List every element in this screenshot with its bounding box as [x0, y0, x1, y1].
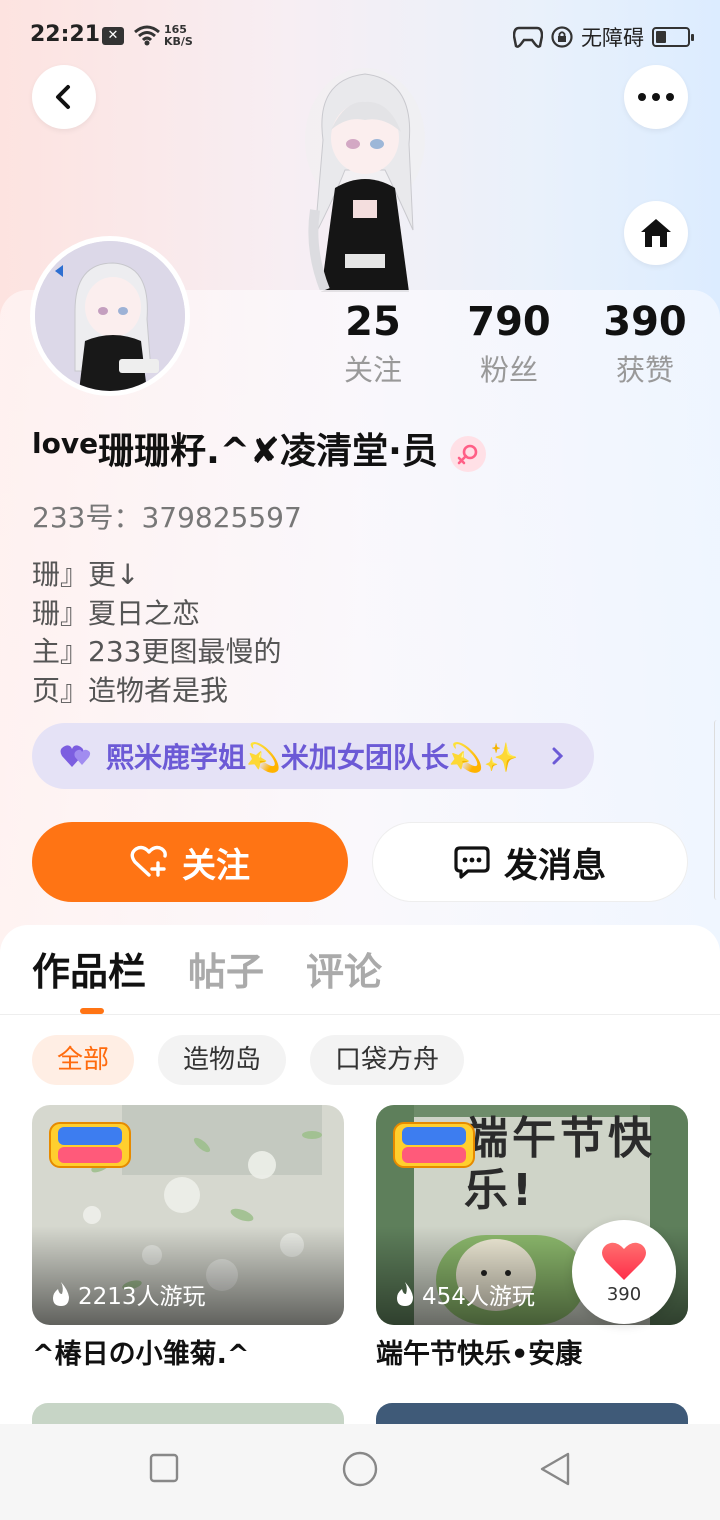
stat-following[interactable]: 25 关注	[305, 296, 441, 390]
chip-pocket-ark[interactable]: 口袋方舟	[310, 1035, 465, 1085]
heart-icon	[602, 1242, 646, 1280]
follow-button[interactable]: 关注	[32, 822, 348, 902]
tab-posts[interactable]: 帖子	[188, 940, 264, 1004]
display-name: 珊珊籽.^✘凌清堂·员	[98, 431, 438, 472]
flame-icon	[397, 1282, 413, 1306]
filter-chips: 全部 造物岛 口袋方舟	[32, 1035, 465, 1085]
game-thumbnail: 2213人游玩	[32, 1105, 344, 1325]
game-card-peek[interactable]	[32, 1403, 344, 1425]
hearts-icon	[60, 745, 91, 767]
play-count: 2213人游玩	[50, 1277, 206, 1311]
more-button[interactable]	[624, 65, 688, 129]
avatar[interactable]	[30, 236, 190, 396]
profile-stats: 25 关注 790 粉丝 390 获赞	[305, 296, 720, 390]
avatar-figure	[305, 68, 425, 292]
gamepad-icon	[513, 26, 543, 48]
battery-icon	[652, 27, 694, 47]
net-speed: 165 KB/S	[164, 23, 193, 48]
tab-comments[interactable]: 评论	[306, 940, 382, 1004]
accessibility-label: 无障碍	[581, 26, 644, 50]
lock-icon	[551, 26, 573, 48]
home-circle-icon[interactable]	[341, 1450, 379, 1488]
profile-name: love 珊珊籽.^✘凌清堂·员	[32, 426, 486, 478]
stat-followers[interactable]: 790 粉丝	[441, 296, 577, 390]
team-text: 熙米鹿学姐💫米加女团队长💫✨	[106, 741, 519, 774]
name-prefix: love	[32, 427, 99, 460]
home-button[interactable]	[624, 201, 688, 265]
home-icon	[641, 219, 671, 247]
back-triangle-icon[interactable]	[538, 1450, 572, 1488]
message-button[interactable]: 发消息	[372, 822, 688, 902]
scrollbar	[714, 720, 720, 900]
user-id: 233号：379825597	[32, 501, 302, 534]
tab-works[interactable]: 作品栏	[32, 940, 146, 1004]
game-title: ^椿日の小雏菊.^	[32, 1339, 250, 1370]
profile-tabs: 作品栏 帖子 评论	[32, 940, 382, 1004]
female-icon	[449, 436, 486, 472]
bio-line: 页』造物者是我	[32, 673, 229, 707]
flame-icon	[53, 1282, 69, 1306]
more-dots-icon	[638, 93, 674, 101]
chip-creation-island[interactable]: 造物岛	[158, 1035, 287, 1085]
like-button[interactable]: 390	[572, 1220, 676, 1324]
avatar-image	[35, 241, 185, 391]
follow-label: 关注	[182, 845, 250, 886]
creation-island-logo	[49, 1122, 131, 1168]
creation-island-logo	[393, 1122, 475, 1168]
system-nav-bar	[0, 1424, 720, 1520]
recents-icon[interactable]	[148, 1452, 180, 1484]
bio-line: 主』233更图最慢的	[32, 635, 282, 668]
bio: 珊』更↓ 珊』夏日之恋 主』233更图最慢的 页』造物者是我	[32, 556, 281, 710]
back-button[interactable]	[32, 65, 96, 129]
game-card[interactable]: 2213人游玩 ^椿日の小雏菊.^	[32, 1105, 344, 1373]
team-badge-link[interactable]: 熙米鹿学姐💫米加女团队长💫✨	[32, 723, 594, 789]
notification-icon: ✕	[102, 27, 124, 45]
chevron-right-icon	[552, 747, 564, 765]
chip-all[interactable]: 全部	[32, 1035, 135, 1085]
wifi-icon	[134, 25, 160, 46]
like-count: 390	[606, 1283, 642, 1305]
stat-likes[interactable]: 390 获赞	[577, 296, 713, 390]
bio-line: 珊』夏日之恋	[32, 596, 201, 630]
play-count: 454人游玩	[394, 1277, 535, 1311]
heart-plus-icon	[130, 845, 167, 877]
game-title: 端午节快乐•安康	[376, 1339, 583, 1370]
message-label: 发消息	[504, 845, 606, 886]
bio-line: 珊』更↓	[32, 558, 140, 591]
chevron-left-icon	[56, 85, 70, 109]
thumbnail-text: 端午节快乐!	[464, 1113, 656, 1216]
status-time: 22:21	[30, 22, 101, 47]
chat-bubble-icon	[454, 846, 490, 879]
game-card-peek[interactable]	[376, 1403, 688, 1425]
